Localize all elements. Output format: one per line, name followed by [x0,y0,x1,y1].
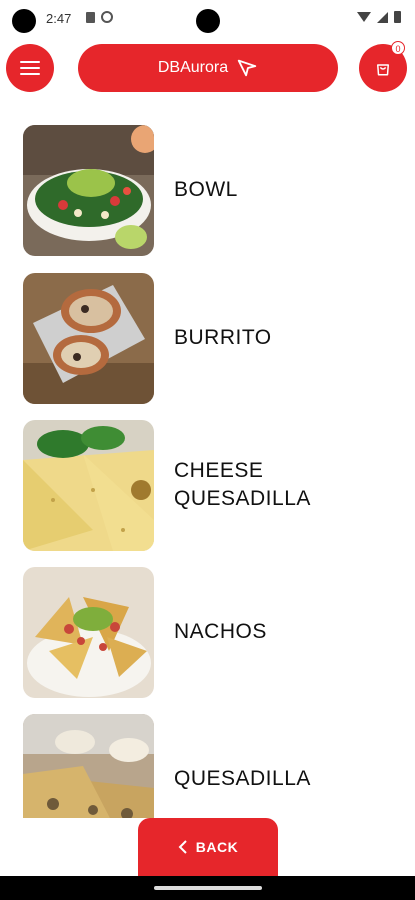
sd-card-icon [86,12,95,23]
cart-count-badge: 0 [391,41,405,55]
chevron-left-icon [178,840,187,854]
menu-item-label: BURRITO [174,326,272,349]
menu-button[interactable] [6,44,54,92]
menu-item-label: BOWL [174,178,238,201]
menu-item-quesadilla[interactable]: QUESADILLA [0,713,415,818]
menu-item-label: QUESADILLA [174,767,311,790]
menu-item-nachos[interactable]: NACHOS [0,566,415,698]
burrito-image [23,272,154,404]
brand-button[interactable]: DBAurora [78,44,338,92]
back-button[interactable]: BACK [138,818,278,876]
cart-button[interactable]: 0 [359,41,407,92]
camera-cutout [12,9,36,33]
back-label: BACK [195,839,239,855]
wifi-icon [357,12,371,22]
menu-item-bowl[interactable]: BOWL [0,124,415,256]
signal-icon [377,11,388,23]
quesadilla-image [23,713,154,818]
cheese-quesadilla-image [23,419,154,551]
status-icons [357,11,401,23]
status-time: 2:47 [46,11,72,26]
system-nav-bar [0,876,415,900]
menu-item-label: CHEESE QUESADILLA [174,459,311,510]
shopping-bag-icon [377,64,389,76]
nachos-image [23,566,154,698]
camera-cutout [196,9,220,33]
menu-list[interactable]: BOWL BURRITO CHEESE QUESADILLA NACHOS QU… [0,112,415,818]
status-bar: 2:47 [0,0,415,36]
menu-item-cheese-quesadilla[interactable]: CHEESE QUESADILLA [0,419,415,551]
hamburger-icon [20,61,40,75]
home-indicator[interactable] [154,886,262,890]
vpn-icon [101,11,113,23]
send-arrow-icon [237,59,257,77]
bowl-image [23,124,154,256]
menu-item-burrito[interactable]: BURRITO [0,272,415,404]
menu-item-label: NACHOS [174,620,267,643]
battery-icon [394,11,401,23]
brand-title: DBAurora [157,59,229,76]
